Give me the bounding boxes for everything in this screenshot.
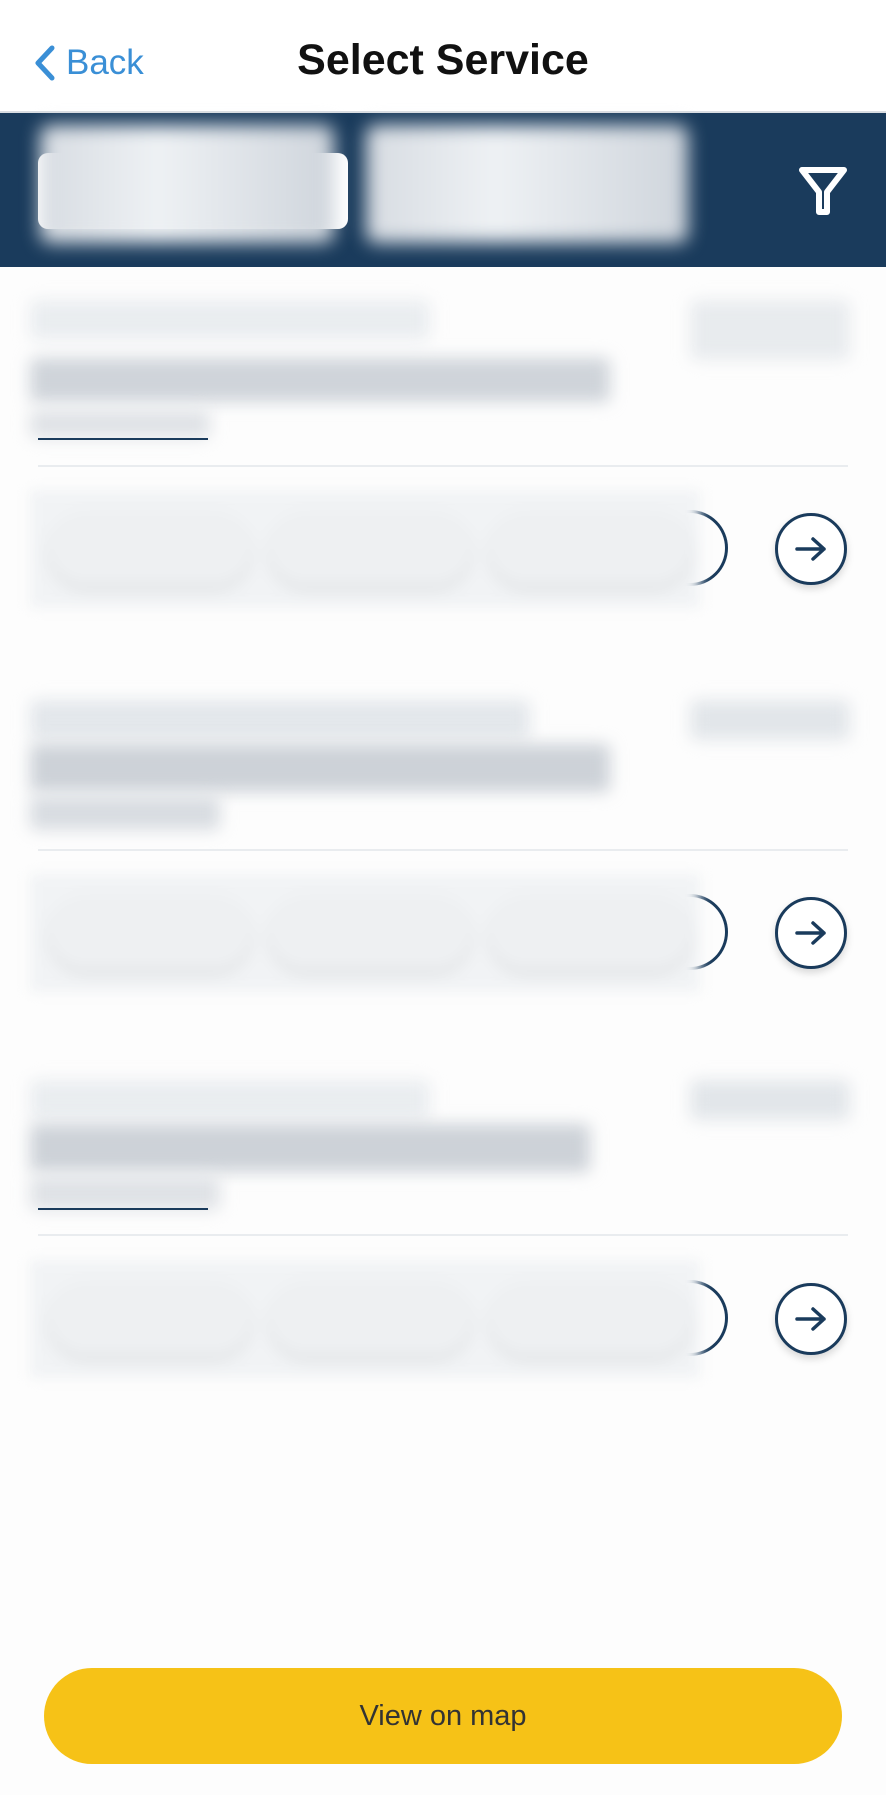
time-slot[interactable] <box>50 1282 250 1354</box>
time-slots-redacted[interactable] <box>30 490 700 608</box>
service-price-redacted <box>690 300 850 360</box>
time-slot[interactable] <box>490 896 690 968</box>
time-slots-redacted[interactable] <box>30 1260 700 1378</box>
time-slot[interactable] <box>490 1282 690 1354</box>
time-slot[interactable] <box>270 1282 470 1354</box>
next-slots-button[interactable] <box>775 513 847 585</box>
time-slots-redacted[interactable] <box>30 874 700 992</box>
time-slot[interactable] <box>270 512 470 584</box>
location-select-redacted <box>40 125 334 243</box>
time-slot[interactable] <box>490 512 690 584</box>
arrow-right-icon <box>795 921 826 945</box>
divider <box>38 465 848 467</box>
service-price-redacted <box>690 1080 850 1120</box>
service-price-redacted <box>690 700 850 740</box>
page-title: Select Service <box>297 36 589 84</box>
view-on-map-button[interactable]: View on map <box>44 1668 842 1764</box>
service-name-redacted <box>30 1124 590 1172</box>
learn-more-underline <box>38 438 208 440</box>
next-slots-button[interactable] <box>775 1283 847 1355</box>
divider <box>38 849 848 851</box>
filter-icon[interactable] <box>798 165 848 217</box>
service-name-redacted <box>30 358 610 402</box>
learn-more-link-redacted[interactable] <box>30 1176 220 1210</box>
service-subtitle-redacted <box>30 700 530 740</box>
time-slot[interactable] <box>50 896 250 968</box>
time-slot[interactable] <box>270 896 470 968</box>
next-slots-button[interactable] <box>775 897 847 969</box>
filter-bar <box>0 113 886 267</box>
service-subtitle-redacted <box>30 1080 430 1120</box>
service-subtitle-redacted <box>30 300 430 340</box>
learn-more-link-redacted[interactable] <box>30 796 220 830</box>
learn-more-link-redacted[interactable] <box>30 410 210 438</box>
time-slot[interactable] <box>50 512 250 584</box>
service-name-redacted <box>30 744 610 792</box>
arrow-right-icon <box>795 537 826 561</box>
top-nav-bar: Back Select Service <box>0 0 886 113</box>
divider <box>38 1234 848 1236</box>
date-select-redacted[interactable] <box>366 125 688 243</box>
learn-more-underline <box>38 1208 208 1210</box>
arrow-right-icon <box>795 1307 826 1331</box>
